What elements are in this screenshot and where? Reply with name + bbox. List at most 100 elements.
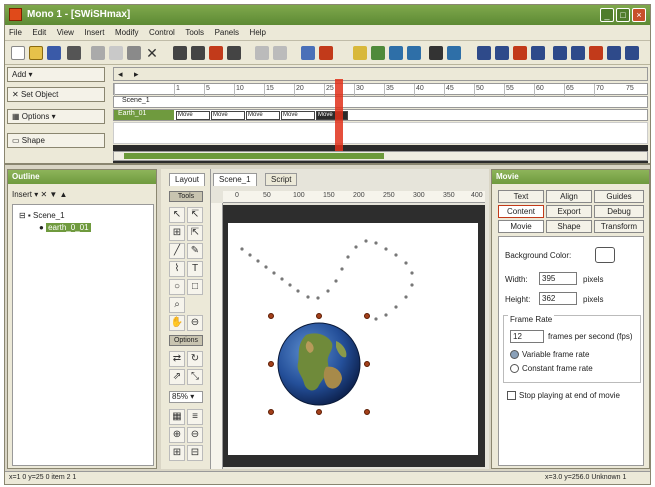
selection-handle[interactable] — [316, 409, 322, 415]
timeline-layer-earth[interactable]: Earth_01 Move Move Move Move Move — [113, 109, 648, 121]
delete-icon[interactable]: ✕ — [145, 46, 159, 60]
menu-tools[interactable]: Tools — [181, 25, 208, 37]
selection-handle[interactable] — [364, 313, 370, 319]
frame-ruler[interactable]: 1 5 10 15 20 25 30 35 40 45 50 55 60 65 … — [113, 83, 648, 96]
last-frame-icon[interactable] — [607, 46, 621, 60]
height-input[interactable]: 362 — [539, 292, 577, 305]
snap-option-icon[interactable]: ⇄ — [169, 351, 185, 367]
menu-view[interactable]: View — [53, 25, 78, 37]
width-input[interactable]: 395 — [539, 272, 577, 285]
menu-modify[interactable]: Modify — [111, 25, 143, 37]
rotate-option-icon[interactable]: ↻ — [187, 351, 203, 367]
loop-icon[interactable] — [625, 46, 639, 60]
selection-handle[interactable] — [268, 313, 274, 319]
effect-cell[interactable]: Move — [176, 111, 210, 120]
tab-align[interactable]: Align — [546, 190, 592, 203]
save-icon[interactable] — [47, 46, 61, 60]
stop-icon[interactable] — [227, 46, 241, 60]
tab-script[interactable]: Script — [265, 173, 298, 186]
insert-text-icon[interactable] — [353, 46, 367, 60]
snap-guide-option-icon[interactable]: ⊟ — [187, 445, 203, 461]
add-effect-button[interactable]: Add ▾ — [7, 67, 105, 82]
menu-panels[interactable]: Panels — [211, 25, 243, 37]
tab-transform[interactable]: Transform — [594, 220, 644, 233]
stop-playing-checkbox[interactable] — [507, 391, 516, 400]
first-frame-icon[interactable] — [553, 46, 567, 60]
pencil-tool-icon[interactable]: ✎ — [187, 243, 203, 259]
tree-item-object[interactable]: ● earth_0_01 — [39, 223, 91, 232]
prev-frame-arrow-icon[interactable]: ◂ — [118, 69, 123, 80]
frame-rate-input[interactable]: 12 — [510, 330, 544, 343]
rectangle-tool-icon[interactable]: □ — [187, 279, 203, 295]
test-browser-icon[interactable] — [319, 46, 333, 60]
effect-cell[interactable]: Move — [281, 111, 315, 120]
move-up-icon[interactable] — [173, 46, 187, 60]
selection-handle[interactable] — [364, 409, 370, 415]
tab-layout[interactable]: Layout — [169, 173, 206, 186]
timeline-layer-scene[interactable]: Scene_1 — [113, 96, 648, 108]
minimize-button[interactable]: _ — [600, 8, 614, 22]
cut-icon[interactable] — [91, 46, 105, 60]
move-down-icon[interactable] — [191, 46, 205, 60]
insert-sprite-icon[interactable] — [407, 46, 421, 60]
insert-sound-icon[interactable] — [447, 46, 461, 60]
tab-content[interactable]: Content — [498, 205, 544, 218]
zoom-out-option-icon[interactable]: ⊖ — [187, 427, 203, 443]
timeline-scrollbar[interactable] — [113, 151, 648, 161]
scale-option-icon[interactable]: ⤡ — [187, 369, 203, 385]
ellipse-tool-icon[interactable]: ○ — [169, 279, 185, 295]
print-icon[interactable] — [67, 46, 81, 60]
select-tool-icon[interactable]: ↖ — [169, 207, 185, 223]
tree-item-scene[interactable]: ⊟ ▪ Scene_1 — [19, 211, 65, 220]
copy-icon[interactable] — [109, 46, 123, 60]
playhead[interactable] — [335, 79, 343, 159]
menu-insert[interactable]: Insert — [80, 25, 108, 37]
paste-icon[interactable] — [127, 46, 141, 60]
effect-cell[interactable]: Move — [246, 111, 280, 120]
tab-shape[interactable]: Shape — [546, 220, 592, 233]
tab-scene[interactable]: Scene_1 — [213, 173, 257, 186]
variable-rate-radio[interactable] — [510, 350, 519, 359]
selection-handle[interactable] — [268, 361, 274, 367]
stage-canvas[interactable] — [228, 223, 478, 455]
align-option-icon[interactable]: ≡ — [187, 409, 203, 425]
bezier-tool-icon[interactable]: ⌇ — [169, 261, 185, 277]
text-tool-icon[interactable]: T — [187, 261, 203, 277]
maximize-button[interactable]: □ — [616, 8, 630, 22]
next-frame-icon[interactable] — [589, 46, 603, 60]
skew-option-icon[interactable]: ⇗ — [169, 369, 185, 385]
rewind-icon[interactable] — [477, 46, 491, 60]
zoom-in-option-icon[interactable]: ⊕ — [169, 427, 185, 443]
selection-handle[interactable] — [364, 361, 370, 367]
zoom-out-tool-icon[interactable]: ⊖ — [187, 315, 203, 331]
tab-text[interactable]: Text — [498, 190, 544, 203]
background-color-swatch[interactable] — [595, 247, 615, 263]
motion-path-tool-icon[interactable]: ⇱ — [187, 225, 203, 241]
subselect-tool-icon[interactable]: ↸ — [187, 207, 203, 223]
timeline-scroll-thumb[interactable] — [124, 153, 384, 159]
insert-content-icon[interactable] — [389, 46, 403, 60]
new-file-icon[interactable] — [11, 46, 25, 60]
insert-image-icon[interactable] — [371, 46, 385, 60]
grid-option-icon[interactable]: ▦ — [169, 409, 185, 425]
step-back-icon[interactable] — [495, 46, 509, 60]
tab-export[interactable]: Export — [546, 205, 592, 218]
menu-help[interactable]: Help — [246, 25, 270, 37]
set-object-button[interactable]: ✕ Set Object — [7, 87, 105, 102]
close-button[interactable]: × — [632, 8, 646, 22]
effect-cell[interactable]: Move — [211, 111, 245, 120]
menu-file[interactable]: File — [5, 25, 26, 37]
tab-movie[interactable]: Movie — [498, 220, 544, 233]
zoom-select[interactable]: 85% ▾ — [169, 391, 203, 403]
shape-button[interactable]: ▭ Shape — [7, 133, 105, 148]
constant-rate-radio[interactable] — [510, 364, 519, 373]
prev-frame-icon[interactable] — [571, 46, 585, 60]
redo-icon[interactable] — [273, 46, 287, 60]
menu-control[interactable]: Control — [145, 25, 179, 37]
outline-insert-button[interactable]: Insert ▾ ✕ ▼ ▲ — [12, 190, 67, 199]
insert-button-icon[interactable] — [429, 46, 443, 60]
undo-icon[interactable] — [255, 46, 269, 60]
effect-cell[interactable]: Move — [316, 111, 348, 120]
play-timeline-icon[interactable] — [513, 46, 527, 60]
line-tool-icon[interactable]: ╱ — [169, 243, 185, 259]
